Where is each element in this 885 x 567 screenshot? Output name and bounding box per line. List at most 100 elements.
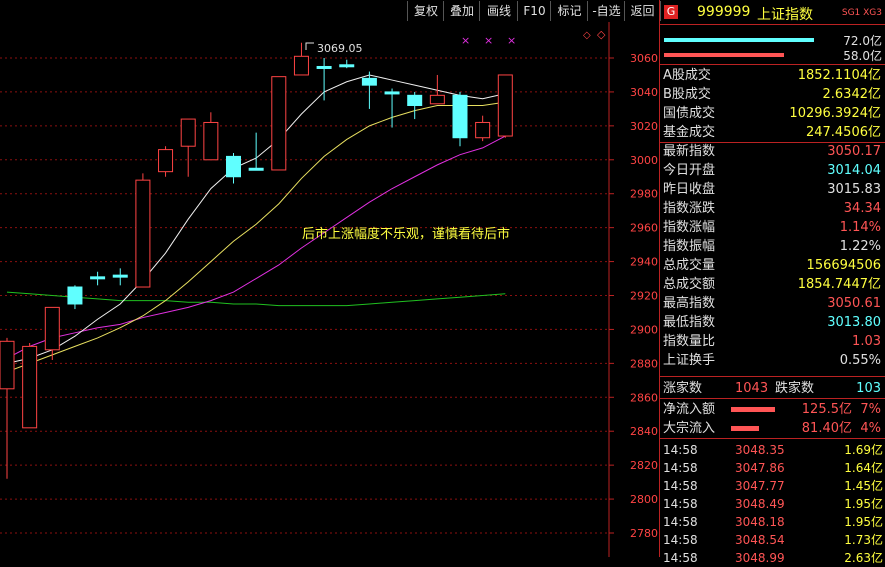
tick-amount: 2.63亿 [844,551,883,565]
signal-mark-icon: × [507,34,516,47]
tick-amount: 1.95亿 [844,515,883,529]
quote-row: 昨日收盘 3015.83 [660,180,884,199]
tick-row: 14:58 3048.18 1.95亿 [663,513,883,531]
quote-value: 2.6342亿 [822,87,882,102]
y-tick-label: 2900 [630,323,658,336]
overlay-button[interactable]: 叠加 [443,1,480,21]
kline-chart[interactable]: 3060 3040 3020 3000 2980 2960 2940 2920 2900 2880… [0,22,659,557]
tick-price: 3048.49 [735,497,785,511]
quote-label: B股成交 [663,87,711,102]
quote-value: 3050.17 [827,144,881,159]
chart-toolbar: 复权 叠加 画线 F10 标记 -自选 返回 [0,0,661,22]
quote-row: A股成交 1852.1104亿 [660,66,884,85]
quote-row: 指数量比 1.03 [660,332,884,351]
quote-row: 指数涨跌 34.34 [660,199,884,218]
tick-row: 14:58 3048.99 2.63亿 [663,549,883,567]
quote-row: 总成交量 156694506 [660,256,884,275]
quote-label: 最高指数 [663,296,716,311]
candle-body [180,118,196,147]
net-inflow-bar [731,407,775,412]
quote-value: 3014.04 [827,163,881,178]
quote-row: 今日开盘 3014.04 [660,161,884,180]
quote-value: 1.03 [852,334,881,349]
tick-amount: 1.45亿 [844,479,883,493]
tick-amount: 1.95亿 [844,497,883,511]
tick-row: 14:58 3047.86 1.64亿 [663,459,883,477]
tick-price: 3048.54 [735,533,785,547]
quote-value: 3013.80 [827,315,881,330]
fuquan-button[interactable]: 复权 [407,1,444,21]
f10-button[interactable]: F10 [517,1,551,21]
quote-row: 最高指数 3050.61 [660,294,884,313]
advance-decline-row: 涨家数 1043 跌家数 103 [660,379,884,398]
quote-row: 最新指数 3050.17 [660,142,884,161]
signal-tags: SG1 XG3 [841,8,882,18]
candle-body [226,155,241,178]
tick-time: 14:58 [663,443,698,457]
quote-value: 34.34 [843,201,881,216]
y-tick-label: 2800 [630,493,658,506]
candle-body [158,149,174,173]
mark-button[interactable]: 标记 [550,1,588,21]
candle-body [475,121,491,139]
y-tick-label: 3020 [630,120,658,133]
candle-body [339,64,355,68]
block-inflow-row: 大宗流入 81.40亿 4% [660,419,884,438]
signal-marks: × × × [461,34,516,47]
tick-row: 14:58 3047.77 1.45亿 [663,477,883,495]
candle-body [248,167,264,171]
decline-label: 跌家数 [775,381,815,396]
candlesticks [0,42,513,479]
candle-body [112,274,128,278]
quote-value: 1854.7447亿 [797,277,881,292]
sell-volume-bar [664,53,784,57]
index-name: 上证指数 [757,7,813,23]
tick-time: 14:58 [663,515,698,529]
draw-line-button[interactable]: 画线 [479,1,518,21]
quote-value: 10296.3924亿 [789,106,881,121]
quote-label: 最新指数 [663,144,716,159]
watchlist-button[interactable]: -自选 [587,1,625,21]
quote-label: 最低指数 [663,315,716,330]
candle-body [44,306,60,351]
quote-row: 国债成交 10296.3924亿 [660,104,884,123]
panel-header: G 999999 上证指数 SG1 XG3 [660,0,885,24]
tick-price: 3048.35 [735,443,785,457]
quote-value: 3015.83 [827,182,881,197]
y-tick-label: 2780 [630,527,658,540]
net-inflow-row: 净流入额 125.5亿 7% [660,400,884,419]
tick-price: 3047.86 [735,461,785,475]
diamond-icon: ◇ [583,30,591,41]
sell-volume-value: 58.0亿 [843,49,882,63]
quote-row: 最低指数 3013.80 [660,313,884,332]
quote-row: 指数振幅 1.22% [660,237,884,256]
y-tick-label: 3000 [630,154,658,167]
y-axis: 3060 3040 3020 3000 2980 2960 2940 2920 2900 2880… [609,52,658,540]
y-tick-label: 2920 [630,290,658,303]
quote-label: A股成交 [663,68,711,83]
y-tick-label: 2860 [630,391,658,404]
quote-row: 总成交额 1854.7447亿 [660,275,884,294]
back-button[interactable]: 返回 [624,1,661,21]
high-price-label: 3069.05 [317,42,363,55]
candle-body [90,276,106,280]
block-inflow-value: 81.40亿 [801,421,852,436]
tick-amount: 1.64亿 [844,461,883,475]
y-tick-label: 3040 [630,86,658,99]
block-inflow-bar [731,426,759,431]
quote-value: 0.55% [839,353,881,368]
quote-value: 1852.1104亿 [797,68,881,83]
candle-body [203,121,219,161]
block-inflow-label: 大宗流入 [663,421,716,436]
quote-row: 指数涨幅 1.14% [660,218,884,237]
candle-body [407,94,423,106]
quote-label: 今日开盘 [663,163,716,178]
candle-body [361,77,377,86]
quote-label: 昨日收盘 [663,182,716,197]
candle-body [293,55,309,76]
quote-value: 156694506 [806,258,881,273]
analysis-annotation: 后市上涨幅度不乐观，谨慎看待后市 [302,227,511,242]
candle-body [271,76,287,171]
y-tick-label: 2980 [630,188,658,201]
decline-count: 103 [856,381,881,396]
